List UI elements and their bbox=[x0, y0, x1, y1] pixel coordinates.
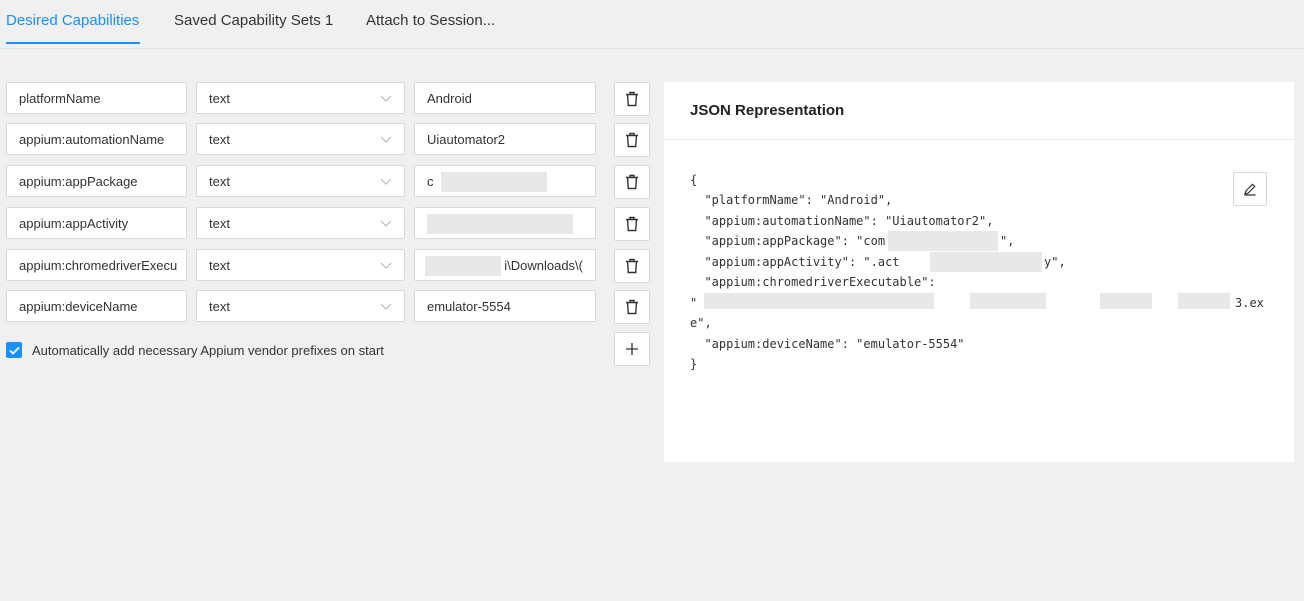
capability-value-input[interactable]: i\Downloads\( bbox=[414, 249, 596, 281]
delete-capability-button[interactable] bbox=[614, 207, 650, 241]
auto-prefix-checkbox[interactable] bbox=[6, 342, 22, 358]
capability-type-value: text bbox=[209, 173, 230, 189]
chevron-down-icon bbox=[380, 262, 392, 269]
delete-capability-button[interactable] bbox=[614, 165, 650, 199]
plus-icon bbox=[626, 343, 638, 355]
tab-saved-capability-sets[interactable]: Saved Capability Sets 1 bbox=[174, 12, 333, 29]
capability-value-text: c bbox=[427, 173, 434, 189]
json-line: { bbox=[690, 173, 698, 187]
capability-type-select[interactable]: text bbox=[196, 207, 405, 239]
capability-name-input[interactable]: appium:appActivity bbox=[6, 207, 187, 239]
auto-prefix-option[interactable]: Automatically add necessary Appium vendo… bbox=[6, 341, 384, 359]
json-line: } bbox=[690, 357, 698, 371]
auto-prefix-label: Automatically add necessary Appium vendo… bbox=[32, 342, 384, 358]
capability-type-select[interactable]: text bbox=[196, 123, 405, 155]
capability-type-select[interactable]: text bbox=[196, 82, 405, 114]
trash-icon bbox=[626, 132, 638, 148]
capability-type-value: text bbox=[209, 298, 230, 314]
add-capability-button[interactable] bbox=[614, 332, 650, 366]
check-icon bbox=[8, 346, 20, 355]
capability-name-input[interactable]: appium:automationName bbox=[6, 123, 187, 155]
json-code: { "platformName": "Android", "appium:aut… bbox=[690, 170, 1270, 601]
capability-type-select[interactable]: text bbox=[196, 290, 405, 322]
trash-icon bbox=[626, 258, 638, 274]
json-representation-panel: JSON Representation { "platformName": "A… bbox=[664, 82, 1294, 462]
capability-value-input[interactable]: emulator-5554 bbox=[414, 290, 596, 322]
tab-attach-to-session[interactable]: Attach to Session... bbox=[366, 12, 495, 29]
chevron-down-icon bbox=[380, 136, 392, 143]
capability-type-value: text bbox=[209, 215, 230, 231]
capability-value-text: i\Downloads\( bbox=[504, 257, 583, 273]
delete-capability-button[interactable] bbox=[614, 82, 650, 116]
redacted-region bbox=[427, 214, 573, 234]
capability-type-select[interactable]: text bbox=[196, 165, 405, 197]
json-line-tail: y", bbox=[1044, 255, 1066, 269]
trash-icon bbox=[626, 91, 638, 107]
trash-icon bbox=[626, 216, 638, 232]
trash-icon bbox=[626, 299, 638, 315]
json-line: "appium:appPackage": "com bbox=[690, 234, 886, 248]
delete-capability-button[interactable] bbox=[614, 290, 650, 324]
json-line: e", bbox=[690, 316, 712, 330]
chevron-down-icon bbox=[380, 303, 392, 310]
capability-value-input[interactable]: Android bbox=[414, 82, 596, 114]
capability-type-value: text bbox=[209, 131, 230, 147]
json-line: "appium:appActivity": ".act bbox=[690, 255, 900, 269]
json-panel-title: JSON Representation bbox=[690, 102, 845, 119]
redacted-region bbox=[425, 256, 501, 276]
capability-name-input[interactable]: appium:chromedriverExecu bbox=[6, 249, 187, 281]
redacted-region bbox=[970, 293, 1046, 309]
json-line: "appium:deviceName": "emulator-5554" bbox=[690, 337, 965, 351]
capability-value-input[interactable] bbox=[414, 207, 596, 239]
capability-name-input[interactable]: appium:appPackage bbox=[6, 165, 187, 197]
json-line-tail: ", bbox=[1000, 234, 1015, 248]
json-line: "appium:chromedriverExecutable": bbox=[690, 275, 936, 289]
tab-desired-capabilities[interactable]: Desired Capabilities bbox=[6, 12, 139, 29]
redacted-region bbox=[888, 231, 998, 251]
redacted-region bbox=[704, 293, 934, 309]
delete-capability-button[interactable] bbox=[614, 249, 650, 283]
chevron-down-icon bbox=[380, 178, 392, 185]
json-line: "appium:automationName": "Uiautomator2", bbox=[690, 214, 994, 228]
active-tab-indicator bbox=[6, 42, 140, 44]
redacted-region bbox=[1178, 293, 1230, 309]
capability-type-value: text bbox=[209, 257, 230, 273]
json-line: " bbox=[690, 296, 698, 310]
delete-capability-button[interactable] bbox=[614, 123, 650, 157]
capability-value-input[interactable]: Uiautomator2 bbox=[414, 123, 596, 155]
capability-name-input[interactable]: platformName bbox=[6, 82, 187, 114]
json-panel-header: JSON Representation bbox=[664, 82, 1294, 140]
capability-value-input[interactable]: c bbox=[414, 165, 596, 197]
tab-bar: Desired Capabilities Saved Capability Se… bbox=[0, 0, 1304, 49]
capability-name-input[interactable]: appium:deviceName bbox=[6, 290, 187, 322]
trash-icon bbox=[626, 174, 638, 190]
json-line-tail: 3.ex bbox=[1235, 296, 1264, 310]
redacted-region bbox=[930, 252, 1042, 272]
chevron-down-icon bbox=[380, 220, 392, 227]
redacted-region bbox=[441, 172, 547, 192]
capability-type-value: text bbox=[209, 90, 230, 106]
json-line: "platformName": "Android", bbox=[690, 193, 893, 207]
redacted-region bbox=[1100, 293, 1152, 309]
capability-type-select[interactable]: text bbox=[196, 249, 405, 281]
chevron-down-icon bbox=[380, 95, 392, 102]
